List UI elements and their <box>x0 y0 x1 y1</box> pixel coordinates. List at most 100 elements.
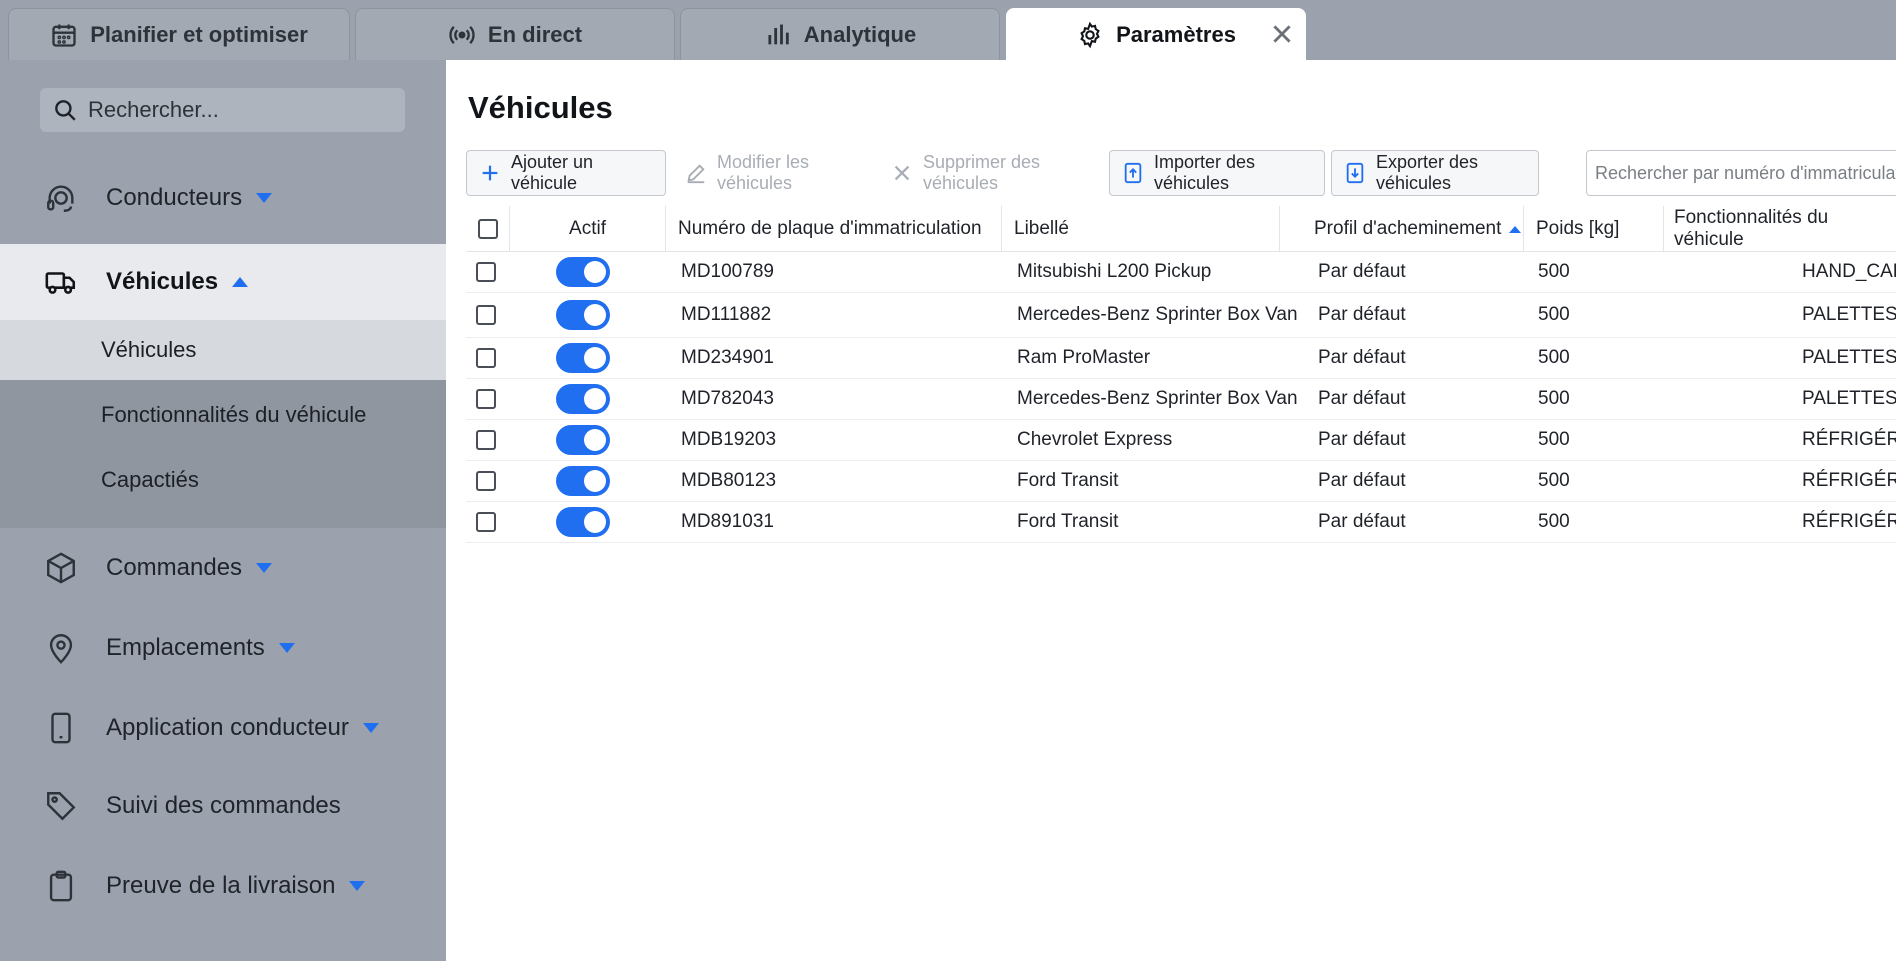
active-toggle[interactable] <box>556 257 610 287</box>
features-cell: HAND_CAR <box>1802 261 1896 282</box>
tab-label: En direct <box>487 21 583 47</box>
label-cell: Mitsubishi L200 Pickup <box>1017 261 1212 282</box>
profile-cell: Par défaut <box>1318 347 1406 368</box>
weight-cell: 500 <box>1538 470 1570 491</box>
add-vehicle-button[interactable]: Ajouter un véhicule <box>466 150 666 196</box>
profile-cell: Par défaut <box>1318 511 1406 532</box>
features-cell: RÉFRIGÉRÉ, L <box>1802 470 1896 491</box>
tab-bar: Planifier et optimiser En direct Analyti… <box>0 0 1896 60</box>
profile-cell: Par défaut <box>1318 429 1406 450</box>
plate-cell: MD111882 <box>681 304 772 325</box>
search-icon <box>55 100 76 121</box>
label-cell: Ford Transit <box>1017 470 1119 491</box>
weight-cell: 500 <box>1538 511 1570 532</box>
delete-vehicles-label: Supprimer des véhicules <box>923 152 1041 193</box>
tab-label: Planifier et optimiser <box>90 21 308 47</box>
table-row[interactable]: MD100789 Mitsubishi L200 Pickup Par défa… <box>466 252 1896 293</box>
column-header-features[interactable]: Fonctionnalités du véhicule <box>1664 206 1896 252</box>
table-row[interactable]: MD891031 Ford Transit Par défaut 500 RÉF… <box>466 502 1896 543</box>
close-icon[interactable] <box>1269 21 1295 47</box>
sidebar-subitem-label: Fonctionnalités du véhicule <box>101 402 367 427</box>
phone-icon <box>51 712 71 744</box>
row-checkbox[interactable] <box>476 348 496 368</box>
toolbar: Ajouter un véhicule Modifier les véhicul… <box>466 150 1896 196</box>
column-header-label: Numéro de plaque d'immatriculation <box>678 218 982 239</box>
column-header-plate[interactable]: Numéro de plaque d'immatriculation <box>666 206 1002 252</box>
sidebar-subitem-label: Capactiés <box>101 467 199 492</box>
tag-icon <box>47 792 76 821</box>
clipboard-icon <box>49 870 73 902</box>
column-header-label[interactable]: Libellé <box>1002 206 1280 252</box>
import-vehicles-button[interactable]: Importer des véhicules <box>1109 150 1325 196</box>
headset-icon <box>47 185 74 212</box>
active-toggle[interactable] <box>556 343 610 373</box>
sidebar-item-application-conducteur[interactable]: Application conducteur <box>0 690 446 766</box>
profile-cell: Par défaut <box>1318 388 1406 409</box>
sidebar-item-preuve-livraison[interactable]: Preuve de la livraison <box>0 848 446 924</box>
row-checkbox[interactable] <box>476 512 496 532</box>
table-row[interactable]: MDB19203 Chevrolet Express Par défaut 50… <box>466 420 1896 461</box>
add-vehicle-label: Ajouter un véhicule <box>511 152 594 193</box>
row-checkbox[interactable] <box>476 471 496 491</box>
active-toggle[interactable] <box>556 300 610 330</box>
gear-icon <box>1080 21 1100 48</box>
active-toggle[interactable] <box>556 384 610 414</box>
active-toggle[interactable] <box>556 507 610 537</box>
tab-parametres[interactable]: Paramètres <box>1006 8 1306 60</box>
column-header-profile[interactable]: Profil d'acheminement <box>1280 206 1524 252</box>
sidebar-item-commandes[interactable]: Commandes <box>0 530 446 606</box>
features-cell: RÉFRIGÉRÉ, L <box>1802 511 1896 532</box>
weight-cell: 500 <box>1538 347 1570 368</box>
chevron-down-icon <box>256 193 273 203</box>
column-header-label: Libellé <box>1014 218 1069 239</box>
row-checkbox[interactable] <box>476 430 496 450</box>
active-toggle[interactable] <box>556 466 610 496</box>
export-vehicles-button[interactable]: Exporter des véhicules <box>1331 150 1539 196</box>
row-checkbox[interactable] <box>476 305 496 325</box>
sidebar-subitem-capacites[interactable]: Capactiés <box>0 450 446 510</box>
delete-vehicles-button[interactable]: Supprimer des véhicules <box>878 150 1098 196</box>
download-file-icon <box>1346 162 1364 184</box>
tab-planifier[interactable]: Planifier et optimiser <box>8 8 350 60</box>
sidebar-item-emplacements[interactable]: Emplacements <box>0 610 446 686</box>
sidebar-search-input[interactable] <box>88 97 388 123</box>
profile-cell: Par défaut <box>1318 470 1406 491</box>
sidebar-item-suivi-commandes[interactable]: Suivi des commandes <box>0 768 446 844</box>
sidebar-subitem-fonctionnalites[interactable]: Fonctionnalités du véhicule <box>0 385 446 445</box>
edit-vehicles-button[interactable]: Modifier les véhicules <box>672 150 872 196</box>
chevron-down-icon <box>278 643 295 653</box>
weight-cell: 500 <box>1538 304 1570 325</box>
location-pin-icon <box>49 634 73 664</box>
table-body: MD100789 Mitsubishi L200 Pickup Par défa… <box>466 252 1896 543</box>
vehicles-table: Actif Numéro de plaque d'immatriculation… <box>466 206 1896 543</box>
row-checkbox[interactable] <box>476 262 496 282</box>
sidebar-subitem-vehicules[interactable]: Véhicules <box>0 320 446 380</box>
tab-en-direct[interactable]: En direct <box>355 8 675 60</box>
table-row[interactable]: MD782043 Mercedes-Benz Sprinter Box Van … <box>466 379 1896 420</box>
sort-ascending-icon <box>1509 225 1522 233</box>
active-toggle[interactable] <box>556 425 610 455</box>
features-cell: PALETTES <box>1802 388 1896 409</box>
label-cell: Ford Transit <box>1017 511 1119 532</box>
bar-chart-icon <box>768 24 789 44</box>
sidebar-item-vehicules[interactable]: Véhicules <box>0 244 446 320</box>
plate-search-input[interactable] <box>1586 150 1896 196</box>
upload-file-icon <box>1124 162 1142 184</box>
table-row[interactable]: MD111882 Mercedes-Benz Sprinter Box Van … <box>466 293 1896 338</box>
label-cell: Mercedes-Benz Sprinter Box Van <box>1017 304 1298 325</box>
table-row[interactable]: MD234901 Ram ProMaster Par défaut 500 PA… <box>466 338 1896 379</box>
plate-cell: MD234901 <box>681 347 774 368</box>
row-checkbox[interactable] <box>476 389 496 409</box>
column-header-active[interactable]: Actif <box>510 206 666 252</box>
select-all-checkbox[interactable] <box>477 219 498 239</box>
tab-analytique[interactable]: Analytique <box>680 8 1000 60</box>
table-row[interactable]: MDB80123 Ford Transit Par défaut 500 RÉF… <box>466 461 1896 502</box>
table-header: Actif Numéro de plaque d'immatriculation… <box>466 206 1896 252</box>
sidebar-item-label: Emplacements <box>106 634 265 661</box>
sidebar-item-conducteurs[interactable]: Conducteurs <box>0 160 446 236</box>
calendar-icon <box>52 24 76 47</box>
sidebar-search[interactable] <box>40 88 405 132</box>
column-header-weight[interactable]: Poids [kg] <box>1524 206 1664 252</box>
page-title: Véhicules <box>468 90 613 125</box>
sidebar-item-label: Véhicules <box>106 268 219 295</box>
